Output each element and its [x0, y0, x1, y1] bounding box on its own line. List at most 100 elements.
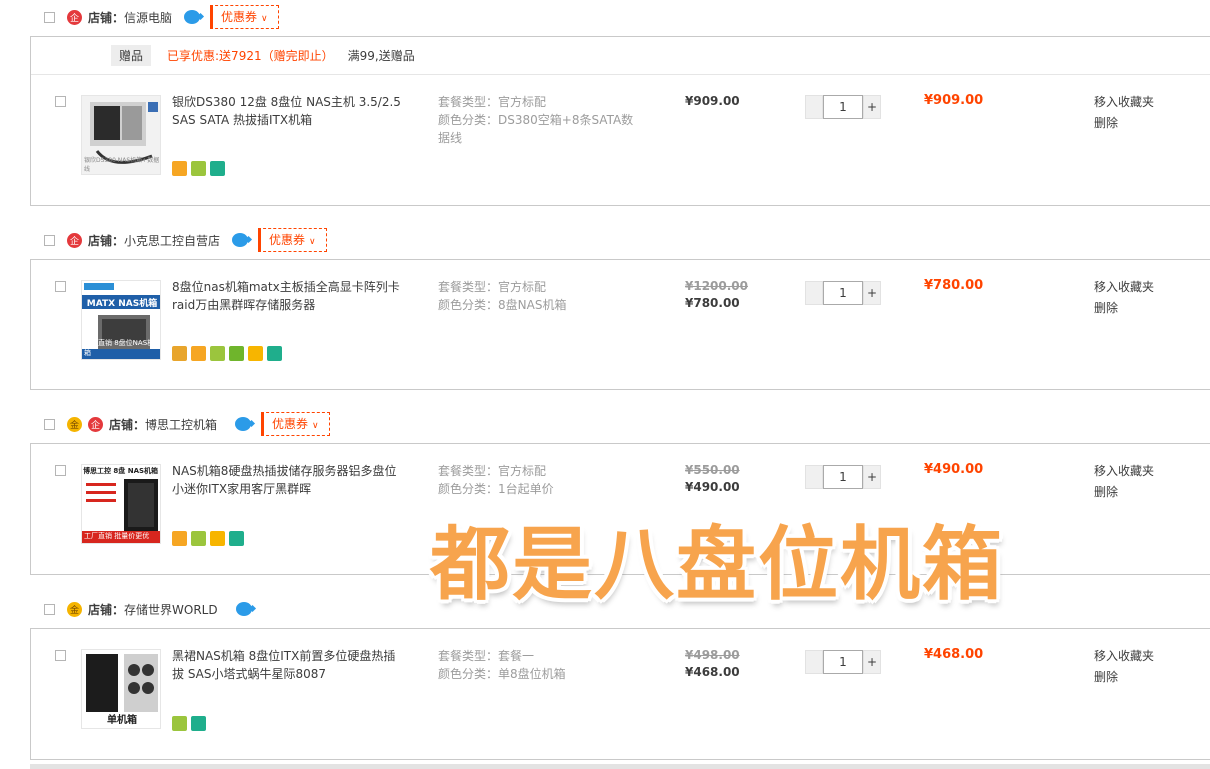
move-to-favorites-link[interactable]: 移入收藏夹 — [1094, 646, 1154, 667]
qty-input[interactable]: 1 — [823, 95, 863, 119]
move-to-favorites-link[interactable]: 移入收藏夹 — [1094, 461, 1154, 482]
item-thumbnail[interactable]: MATX NAS机箱 工厂直销 8盘位NAS机箱 — [81, 280, 161, 360]
item-checkbox[interactable] — [55, 96, 66, 107]
sku-color: 颜色分类：8盘NAS机箱 — [438, 298, 567, 312]
sku-color: 颜色分类：1台起单价 — [438, 482, 554, 496]
trophy-icon[interactable] — [172, 716, 187, 731]
qty-minus-button[interactable] — [805, 281, 823, 305]
item-thumbnail[interactable]: 博思工控 8盘 NAS机箱 工厂直销 批量价更优 — [81, 464, 161, 544]
sku-color: 颜色分类：DS380空箱+8条SATA数据线 — [438, 113, 634, 145]
gift-row: 赠品 已享优惠:送7921（赠完即止） 满99,送赠品 — [111, 45, 415, 66]
coupon-button[interactable]: 优惠券 ∨ — [261, 412, 330, 436]
item-checkbox[interactable] — [55, 281, 66, 292]
seven-day-return-icon[interactable] — [267, 346, 282, 361]
gold-seller-icon: 金 — [67, 416, 82, 432]
thumb-title: MATX NAS机箱 — [86, 299, 158, 309]
qty-input[interactable]: 1 — [823, 465, 863, 489]
shop-badge-icon: 企 — [67, 9, 82, 25]
shop-header: 企 店铺： 小克思工控自营店 优惠券 ∨ — [44, 228, 327, 252]
thumb-caption: 单机箱 — [107, 715, 137, 726]
item-title-link[interactable]: 8盘位nas机箱matx主板插全高显卡阵列卡raid万由黑群晖存储服务器 — [172, 278, 404, 314]
trophy-icon[interactable] — [210, 346, 225, 361]
qty-plus-button[interactable]: + — [863, 281, 881, 305]
sku-type: 套餐类型：官方标配 — [438, 95, 547, 109]
shop-name-link[interactable]: 博思工控机箱 — [145, 416, 217, 433]
sku-info: 套餐类型：套餐一 颜色分类：单8盘位机箱 — [438, 647, 638, 683]
shop-label: 店铺： — [88, 233, 125, 248]
quantity-stepper: 1 + — [805, 95, 883, 119]
delete-link[interactable]: 删除 — [1094, 482, 1154, 503]
item-operations: 移入收藏夹 删除 — [1094, 277, 1154, 319]
horizontal-scrollbar[interactable] — [30, 764, 1210, 769]
subtotal: ¥468.00 — [924, 647, 984, 662]
seven-day-return-icon[interactable] — [191, 716, 206, 731]
wangwang-chat-icon[interactable] — [184, 10, 201, 24]
invoice-icon[interactable] — [229, 346, 244, 361]
shop-checkbox[interactable] — [44, 11, 55, 23]
item-operations: 移入收藏夹 删除 — [1094, 461, 1154, 503]
item-thumbnail[interactable]: 银欣DS380 NAS机箱+数据线 — [81, 95, 161, 175]
sun-icon[interactable] — [210, 531, 225, 546]
qty-input[interactable]: 1 — [823, 650, 863, 674]
gift-promo[interactable]: 已享优惠:送7921（赠完即止） — [167, 47, 334, 64]
sku-type: 套餐类型：官方标配 — [438, 280, 547, 294]
shop-checkbox[interactable] — [44, 234, 55, 246]
trophy-icon[interactable] — [191, 531, 206, 546]
wangwang-chat-icon[interactable] — [232, 233, 249, 247]
cart-item-box: MATX NAS机箱 工厂直销 8盘位NAS机箱 8盘位nas机箱matx主板插… — [30, 259, 1210, 390]
sun-icon[interactable] — [248, 346, 263, 361]
qty-plus-button[interactable]: + — [863, 95, 881, 119]
sku-type: 套餐类型：套餐一 — [438, 649, 535, 663]
qty-minus-button[interactable] — [805, 465, 823, 489]
trophy-icon[interactable] — [191, 161, 206, 176]
move-to-favorites-link[interactable]: 移入收藏夹 — [1094, 92, 1154, 113]
gift-tag: 赠品 — [111, 45, 152, 66]
shop-checkbox[interactable] — [44, 418, 55, 430]
service-icons — [172, 346, 282, 361]
unit-price: ¥468.00 — [685, 665, 740, 679]
grid-icon[interactable] — [172, 346, 187, 361]
original-price: ¥1200.00 — [685, 279, 749, 293]
chevron-down-icon: ∨ — [312, 421, 319, 431]
seven-day-return-icon[interactable] — [210, 161, 225, 176]
thumb-title: 博思工控 8盘 NAS机箱 — [83, 467, 159, 475]
chevron-down-icon: ∨ — [309, 237, 316, 247]
coupon-button[interactable]: 优惠券 ∨ — [258, 228, 327, 252]
delete-link[interactable]: 删除 — [1094, 113, 1154, 134]
overlay-caption: 都是八盘位机箱 — [430, 518, 1004, 611]
shop-header: 金 企 店铺： 博思工控机箱 优惠券 ∨ — [44, 412, 330, 436]
item-checkbox[interactable] — [55, 650, 66, 661]
service-icons — [172, 716, 206, 731]
wangwang-chat-icon[interactable] — [235, 417, 252, 431]
qty-plus-button[interactable]: + — [863, 465, 881, 489]
qty-minus-button[interactable] — [805, 95, 823, 119]
delete-link[interactable]: 删除 — [1094, 298, 1154, 319]
credit-card-icon[interactable] — [172, 531, 187, 546]
shop-checkbox[interactable] — [44, 603, 55, 615]
cart-item-box: 单机箱 黑裙NAS机箱 8盘位ITX前置多位硬盘热插拔 SAS小塔式蜗牛星际80… — [30, 628, 1210, 760]
item-title-link[interactable]: NAS机箱8硬盘热插拔储存服务器铝多盘位小迷你ITX家用客厅黑群晖 — [172, 462, 404, 498]
shop-name-link[interactable]: 存储世界WORLD — [124, 601, 218, 618]
shop-name-link[interactable]: 小克思工控自营店 — [124, 232, 220, 249]
shop-name-link[interactable]: 信源电脑 — [124, 9, 172, 26]
delete-link[interactable]: 删除 — [1094, 667, 1154, 688]
credit-card-icon[interactable] — [172, 161, 187, 176]
qty-plus-button[interactable]: + — [863, 650, 881, 674]
qty-minus-button[interactable] — [805, 650, 823, 674]
unit-price: ¥490.00 — [685, 480, 740, 494]
qty-input[interactable]: 1 — [823, 281, 863, 305]
item-checkbox[interactable] — [55, 465, 66, 476]
item-title-link[interactable]: 黑裙NAS机箱 8盘位ITX前置多位硬盘热插拔 SAS小塔式蜗牛星际8087 — [172, 647, 404, 683]
item-title-link[interactable]: 银欣DS380 12盘 8盘位 NAS主机 3.5/2.5 SAS SATA 热… — [172, 93, 404, 129]
seven-day-return-icon[interactable] — [229, 531, 244, 546]
move-to-favorites-link[interactable]: 移入收藏夹 — [1094, 277, 1154, 298]
coupon-button[interactable]: 优惠券 ∨ — [210, 5, 279, 29]
subtotal: ¥780.00 — [924, 278, 984, 293]
quantity-stepper: 1 + — [805, 281, 883, 305]
chevron-down-icon: ∨ — [261, 14, 268, 24]
unit-price: ¥780.00 — [685, 296, 740, 310]
sku-info: 套餐类型：官方标配 颜色分类：1台起单价 — [438, 462, 638, 498]
credit-card-icon[interactable] — [191, 346, 206, 361]
wangwang-chat-icon[interactable] — [235, 602, 252, 616]
item-thumbnail[interactable]: 单机箱 — [81, 649, 161, 729]
